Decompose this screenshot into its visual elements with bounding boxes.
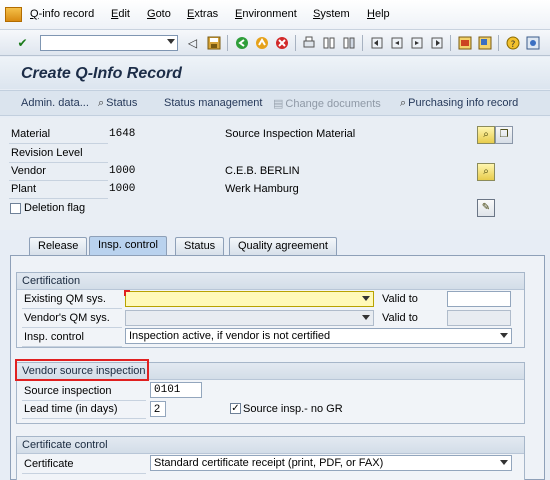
enter-check-icon[interactable]: ✔: [14, 34, 31, 51]
menu-goto[interactable]: Goto: [147, 8, 171, 20]
lead-time-label: Lead time (in days): [24, 403, 118, 415]
glasses-icon: ⌕: [400, 97, 407, 109]
new-session-icon[interactable]: [456, 34, 473, 51]
vendor-description: C.E.B. BERLIN: [225, 165, 300, 177]
menu-help[interactable]: Help: [367, 8, 390, 20]
existing-qm-dropdown[interactable]: [125, 291, 374, 307]
vendor-label: Vendor: [11, 165, 46, 177]
source-insp-no-gr-checkbox[interactable]: ✓: [230, 403, 241, 414]
certificate-control-title: Certificate control: [22, 439, 108, 451]
existing-qm-valid-to-input[interactable]: [447, 291, 511, 307]
vendor-display-icon[interactable]: ⌕: [477, 163, 495, 181]
copy-icon[interactable]: ❐: [495, 126, 513, 144]
chevron-down-icon[interactable]: [500, 460, 508, 465]
status-button[interactable]: ⌕ Status: [98, 97, 137, 110]
tab-status[interactable]: Status: [175, 237, 225, 255]
glasses-icon: ⌕: [98, 97, 105, 109]
material-display-icon[interactable]: ⌕: [477, 126, 495, 144]
vendors-qm-label: Vendor's QM sys.: [24, 312, 110, 324]
purchasing-info-record-button[interactable]: ⌕ Purchasing info record: [400, 97, 518, 110]
menu-extras[interactable]: Extras: [187, 8, 218, 20]
menu-edit[interactable]: Edit: [111, 8, 130, 20]
source-insp-no-gr-label: Source insp.- no GR: [243, 403, 343, 415]
insp-control-label: Insp. control: [24, 331, 84, 343]
change-documents-button: ▤ Change documents: [273, 98, 381, 110]
certificate-dropdown[interactable]: Standard certificate receipt (print, PDF…: [150, 455, 512, 471]
collapse-arrow-icon[interactable]: ◁: [184, 34, 201, 51]
plant-label: Plant: [11, 183, 37, 195]
last-page-icon[interactable]: [428, 34, 445, 51]
insp-control-dropdown[interactable]: Inspection active, if vendor is not cert…: [125, 328, 512, 344]
next-page-icon[interactable]: [408, 34, 425, 51]
tab-insp-control[interactable]: Insp. control: [89, 236, 167, 256]
save-icon[interactable]: [205, 34, 222, 51]
vendor-source-inspection-title: Vendor source inspection: [22, 365, 146, 377]
material-label: Material: [11, 128, 51, 140]
standard-toolbar: ✔ ◁ ?: [0, 30, 550, 56]
deletion-flag-checkbox[interactable]: [10, 203, 21, 214]
menu-bar: Q-info record Edit Goto Extras Environme…: [0, 0, 550, 30]
chevron-down-icon[interactable]: [362, 296, 370, 301]
plant-description: Werk Hamburg: [225, 183, 299, 195]
vendor-value: 1000: [109, 165, 136, 177]
tab-quality-agreement[interactable]: Quality agreement: [229, 237, 337, 255]
required-marker: [124, 290, 130, 296]
print-icon[interactable]: [300, 34, 317, 51]
lead-time-input[interactable]: 2: [150, 401, 166, 417]
chevron-down-icon[interactable]: [500, 333, 508, 338]
menu-environment[interactable]: Environment: [235, 8, 297, 20]
menu-system[interactable]: System: [313, 8, 350, 20]
valid-to-label-2: Valid to: [382, 312, 418, 324]
chevron-down-icon[interactable]: [362, 315, 370, 320]
back-icon[interactable]: [233, 34, 250, 51]
edit-long-text-icon[interactable]: ✎: [477, 199, 495, 217]
svg-text:?: ?: [510, 40, 515, 50]
certificate-label: Certificate: [24, 458, 74, 470]
valid-to-label: Valid to: [382, 293, 418, 305]
plant-value: 1000: [109, 183, 136, 195]
exit-icon[interactable]: [253, 34, 270, 51]
find-icon[interactable]: [320, 34, 337, 51]
deletion-flag-label: Deletion flag: [24, 202, 86, 214]
existing-qm-label: Existing QM sys.: [24, 293, 106, 305]
certification-title: Certification: [22, 275, 81, 287]
revision-level-label: Revision Level: [11, 147, 83, 159]
material-value: 1648: [109, 128, 136, 140]
cancel-icon[interactable]: [273, 34, 290, 51]
sap-menu-icon[interactable]: [5, 7, 22, 22]
first-page-icon[interactable]: [368, 34, 385, 51]
source-inspection-label: Source inspection: [24, 385, 112, 397]
menu-q-info-record[interactable]: Q-info record: [30, 8, 94, 20]
vendors-qm-valid-to-input[interactable]: [447, 310, 511, 326]
shortcut-icon[interactable]: [476, 34, 493, 51]
help-icon[interactable]: ?: [504, 34, 521, 51]
source-inspection-input[interactable]: 0101: [150, 382, 202, 398]
page-title: Create Q-Info Record: [21, 65, 182, 82]
change-documents-icon: ▤: [273, 98, 284, 110]
customize-layout-icon[interactable]: [524, 34, 541, 51]
previous-page-icon[interactable]: [388, 34, 405, 51]
material-description: Source Inspection Material: [225, 128, 356, 140]
tab-release[interactable]: Release: [29, 237, 88, 255]
status-management-button[interactable]: Status management: [164, 97, 262, 109]
admin-data-button[interactable]: Admin. data...: [21, 97, 89, 109]
find-next-icon[interactable]: [340, 34, 357, 51]
vendors-qm-dropdown[interactable]: [125, 310, 374, 326]
command-field[interactable]: [40, 35, 178, 51]
